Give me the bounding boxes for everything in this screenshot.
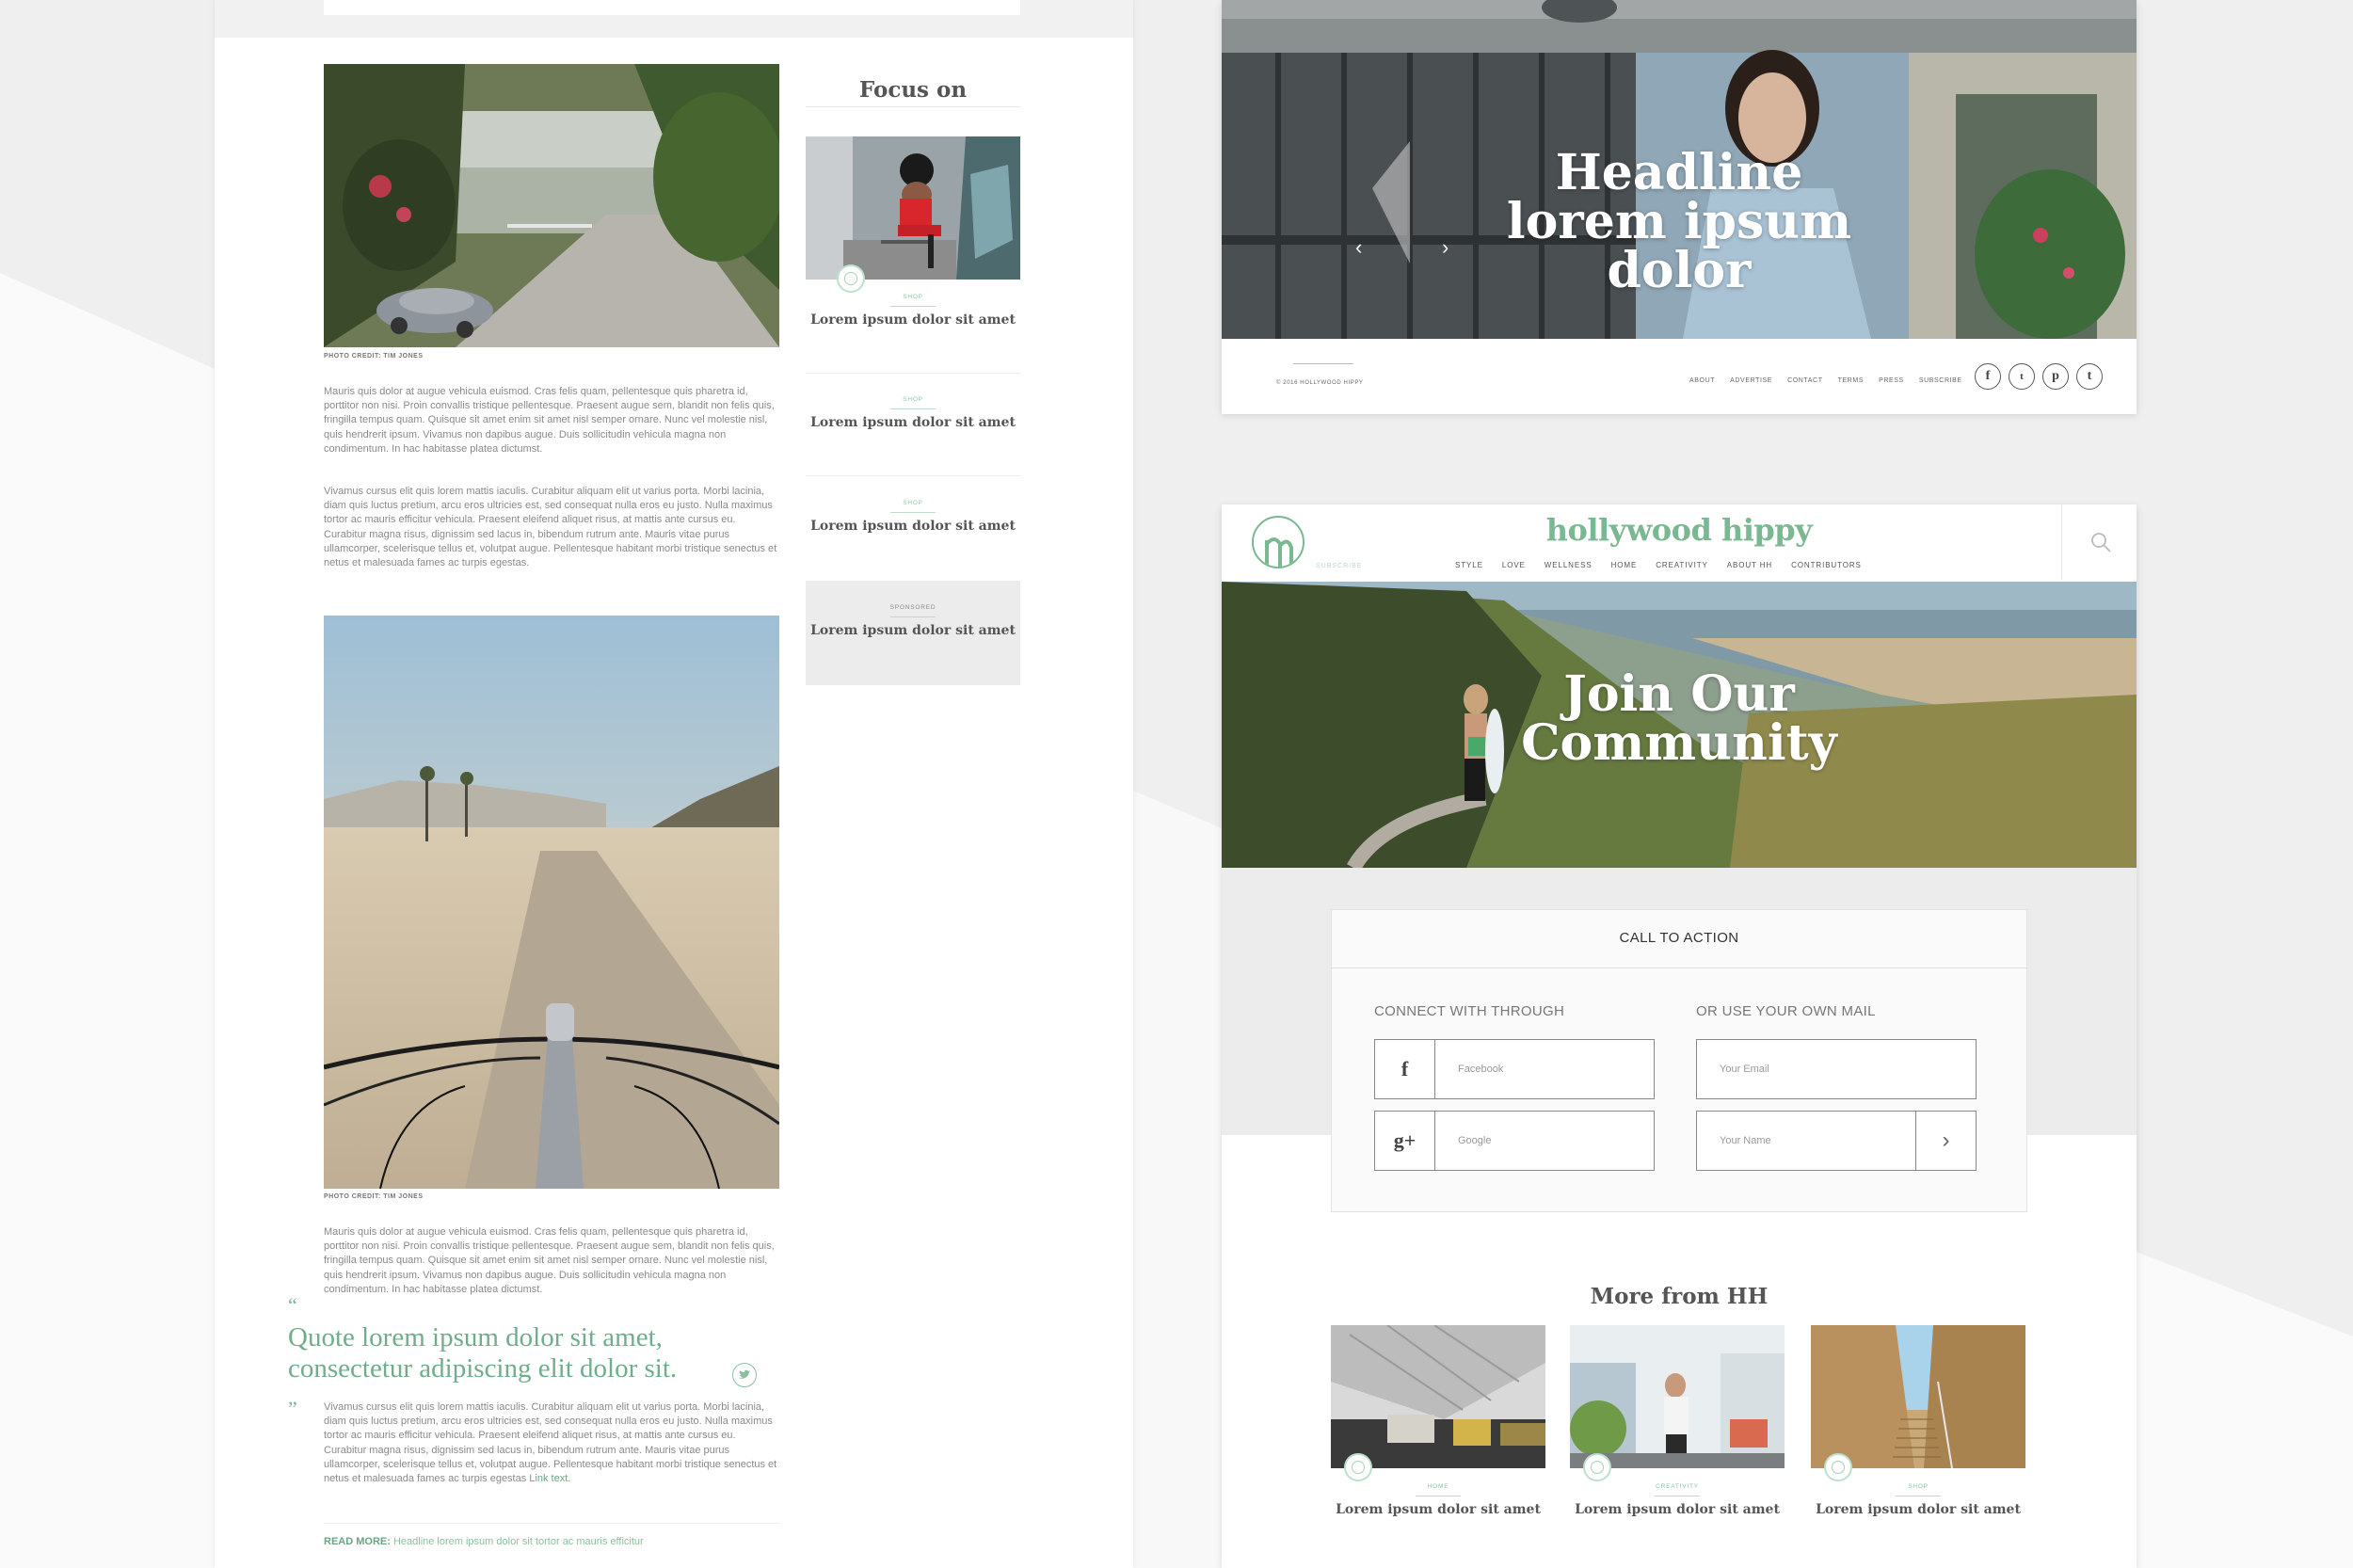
search-divider bbox=[2061, 504, 2062, 580]
more-from-title: More from HH bbox=[1590, 1284, 1769, 1309]
footer-divider bbox=[1293, 363, 1353, 364]
read-more-divider bbox=[324, 1523, 779, 1524]
google-label: Google bbox=[1458, 1135, 1492, 1146]
read-more: READ MORE: Headline lorem ipsum dolor si… bbox=[324, 1536, 644, 1547]
nav-item-love[interactable]: LOVE bbox=[1502, 561, 1526, 569]
photo-credit: PHOTO CREDIT: TIM JONES bbox=[324, 1193, 424, 1200]
more-item-photo[interactable] bbox=[1331, 1325, 1545, 1468]
focus-divider bbox=[806, 373, 1020, 374]
focus-on-title: Focus on bbox=[858, 77, 968, 103]
facebook-label: Facebook bbox=[1458, 1064, 1504, 1075]
email-field[interactable]: Your Email bbox=[1696, 1039, 1977, 1099]
community-banner-title: Join Our Community bbox=[1521, 665, 1837, 772]
google-plus-icon: g+ bbox=[1375, 1112, 1435, 1170]
more-item[interactable]: HOME Lorem ipsum dolor sit amet bbox=[1331, 1483, 1545, 1518]
more-item[interactable]: SHOP Lorem ipsum dolor sit amet bbox=[1811, 1483, 2025, 1518]
google-connect-button[interactable]: g+ Google bbox=[1374, 1111, 1655, 1171]
inline-link[interactable]: Link text. bbox=[529, 1473, 570, 1484]
article-photo-bike-path bbox=[324, 616, 779, 1189]
copyright: © 2016 HOLLYWOOD HIPPY bbox=[1276, 380, 1364, 386]
more-item-photo[interactable] bbox=[1811, 1325, 2025, 1468]
article-paragraph: Mauris quis dolor at augue vehicula euis… bbox=[324, 1226, 775, 1295]
more-item-photo[interactable] bbox=[1570, 1325, 1785, 1468]
facebook-icon[interactable]: f bbox=[1975, 363, 2001, 390]
footer-link-about[interactable]: ABOUT bbox=[1689, 377, 1715, 384]
item-title: Lorem ipsum dolor sit amet bbox=[810, 415, 1016, 430]
item-category: SHOP bbox=[903, 294, 923, 300]
footer-link-contact[interactable]: CONTACT bbox=[1787, 377, 1823, 384]
tumblr-icon[interactable]: t bbox=[2076, 363, 2103, 390]
name-placeholder: Your Name bbox=[1720, 1135, 1771, 1146]
twitter-icon[interactable]: t bbox=[2009, 363, 2035, 390]
item-category: SHOP bbox=[1908, 1483, 1929, 1490]
article-paragraph: Mauris quis dolor at augue vehicula euis… bbox=[324, 386, 775, 455]
focus-item[interactable]: SHOP Lorem ipsum dolor sit amet bbox=[806, 500, 1020, 535]
focus-item-photo[interactable] bbox=[806, 136, 1020, 280]
name-field[interactable]: Your Name › bbox=[1696, 1111, 1977, 1171]
item-title: Lorem ipsum dolor sit amet bbox=[1816, 1502, 2021, 1517]
article-page: PHOTO CREDIT: TIM JONES Mauris quis dolo… bbox=[215, 0, 1133, 1568]
email-placeholder: Your Email bbox=[1720, 1064, 1769, 1075]
focus-divider bbox=[806, 475, 1020, 476]
community-page: SUBSCRIBE hollywood hippy STYLE LOVE WEL… bbox=[1222, 504, 2137, 1568]
article-paragraph: Vivamus cursus elit quis lorem mattis ia… bbox=[324, 486, 777, 569]
item-title: Lorem ipsum dolor sit amet bbox=[810, 623, 1016, 638]
nav-item-about-hh[interactable]: ABOUT HH bbox=[1727, 561, 1772, 569]
article-paragraph: Vivamus cursus elit quis lorem mattis ia… bbox=[324, 1401, 777, 1485]
connect-label: CONNECT WITH THROUGH bbox=[1374, 1003, 1565, 1019]
footer-nav: ABOUT ADVERTISE CONTACT TERMS PRESS SUBS… bbox=[1689, 377, 1962, 384]
cta-heading: CALL TO ACTION bbox=[1619, 930, 1739, 946]
focus-item[interactable]: SHOP Lorem ipsum dolor sit amet bbox=[806, 294, 1020, 328]
site-logo-icon[interactable] bbox=[1252, 516, 1305, 568]
focus-divider bbox=[806, 106, 1020, 107]
nav-item-wellness[interactable]: WELLNESS bbox=[1545, 561, 1593, 569]
item-category: CREATIVITY bbox=[1656, 1483, 1699, 1490]
post-badge-icon bbox=[1344, 1453, 1372, 1481]
focus-item[interactable]: SHOP Lorem ipsum dolor sit amet bbox=[806, 396, 1020, 431]
hero-headline: Headline lorem ipsum dolor bbox=[1506, 144, 1852, 299]
nav-item-contributors[interactable]: CONTRIBUTORS bbox=[1791, 561, 1862, 569]
post-badge-icon bbox=[837, 264, 865, 293]
pull-quote: Quote lorem ipsum dolor sit amet, consec… bbox=[288, 1322, 678, 1384]
footer-link-advertise[interactable]: ADVERTISE bbox=[1730, 377, 1772, 384]
post-badge-icon bbox=[1583, 1453, 1611, 1481]
footer-link-press[interactable]: PRESS bbox=[1879, 377, 1904, 384]
item-category: HOME bbox=[1427, 1483, 1449, 1490]
hero-footer-panel: Headline lorem ipsum dolor ‹ › © 2016 HO… bbox=[1222, 0, 2137, 414]
photo-credit: PHOTO CREDIT: TIM JONES bbox=[324, 353, 424, 360]
item-title: Lorem ipsum dolor sit amet bbox=[810, 519, 1016, 534]
item-title: Lorem ipsum dolor sit amet bbox=[810, 312, 1016, 328]
item-title: Lorem ipsum dolor sit amet bbox=[1336, 1502, 1541, 1517]
item-category: SHOP bbox=[903, 396, 923, 403]
more-item[interactable]: CREATIVITY Lorem ipsum dolor sit amet bbox=[1570, 1483, 1785, 1518]
quote-open-mark: “ bbox=[288, 1293, 297, 1317]
slider-next-icon[interactable]: › bbox=[1442, 235, 1449, 260]
item-category: SHOP bbox=[903, 500, 923, 506]
post-badge-icon bbox=[1824, 1453, 1852, 1481]
footer-link-subscribe[interactable]: SUBSCRIBE bbox=[1919, 377, 1962, 384]
pinterest-icon[interactable]: p bbox=[2042, 363, 2069, 390]
social-icons: f t p t bbox=[1975, 363, 2103, 390]
slider-prev-icon[interactable]: ‹ bbox=[1355, 235, 1362, 260]
nav-item-creativity[interactable]: CREATIVITY bbox=[1656, 561, 1708, 569]
submit-arrow-icon[interactable]: › bbox=[1915, 1112, 1976, 1170]
search-icon[interactable] bbox=[2089, 531, 2112, 558]
read-more-link[interactable]: Headline lorem ipsum dolor sit tortor ac… bbox=[393, 1536, 644, 1547]
facebook-icon: f bbox=[1375, 1040, 1435, 1098]
main-nav: STYLE LOVE WELLNESS HOME CREATIVITY ABOU… bbox=[1455, 561, 1862, 569]
subscribe-link[interactable]: SUBSCRIBE bbox=[1316, 563, 1362, 569]
focus-item-sponsored[interactable]: SPONSORED Lorem ipsum dolor sit amet bbox=[806, 604, 1020, 639]
own-mail-label: OR USE YOUR OWN MAIL bbox=[1696, 1003, 1876, 1019]
footer-link-terms[interactable]: TERMS bbox=[1838, 377, 1865, 384]
nav-item-style[interactable]: STYLE bbox=[1455, 561, 1483, 569]
item-category: SPONSORED bbox=[889, 604, 936, 611]
article-photo-lake-road bbox=[324, 64, 779, 347]
top-strip bbox=[215, 0, 1133, 38]
twitter-share-icon[interactable] bbox=[732, 1363, 757, 1387]
facebook-connect-button[interactable]: f Facebook bbox=[1374, 1039, 1655, 1099]
item-title: Lorem ipsum dolor sit amet bbox=[1575, 1502, 1780, 1517]
nav-item-home[interactable]: HOME bbox=[1611, 561, 1638, 569]
site-logo-text[interactable]: hollywood hippy bbox=[1504, 512, 1854, 548]
quote-close-mark: ” bbox=[288, 1397, 297, 1420]
